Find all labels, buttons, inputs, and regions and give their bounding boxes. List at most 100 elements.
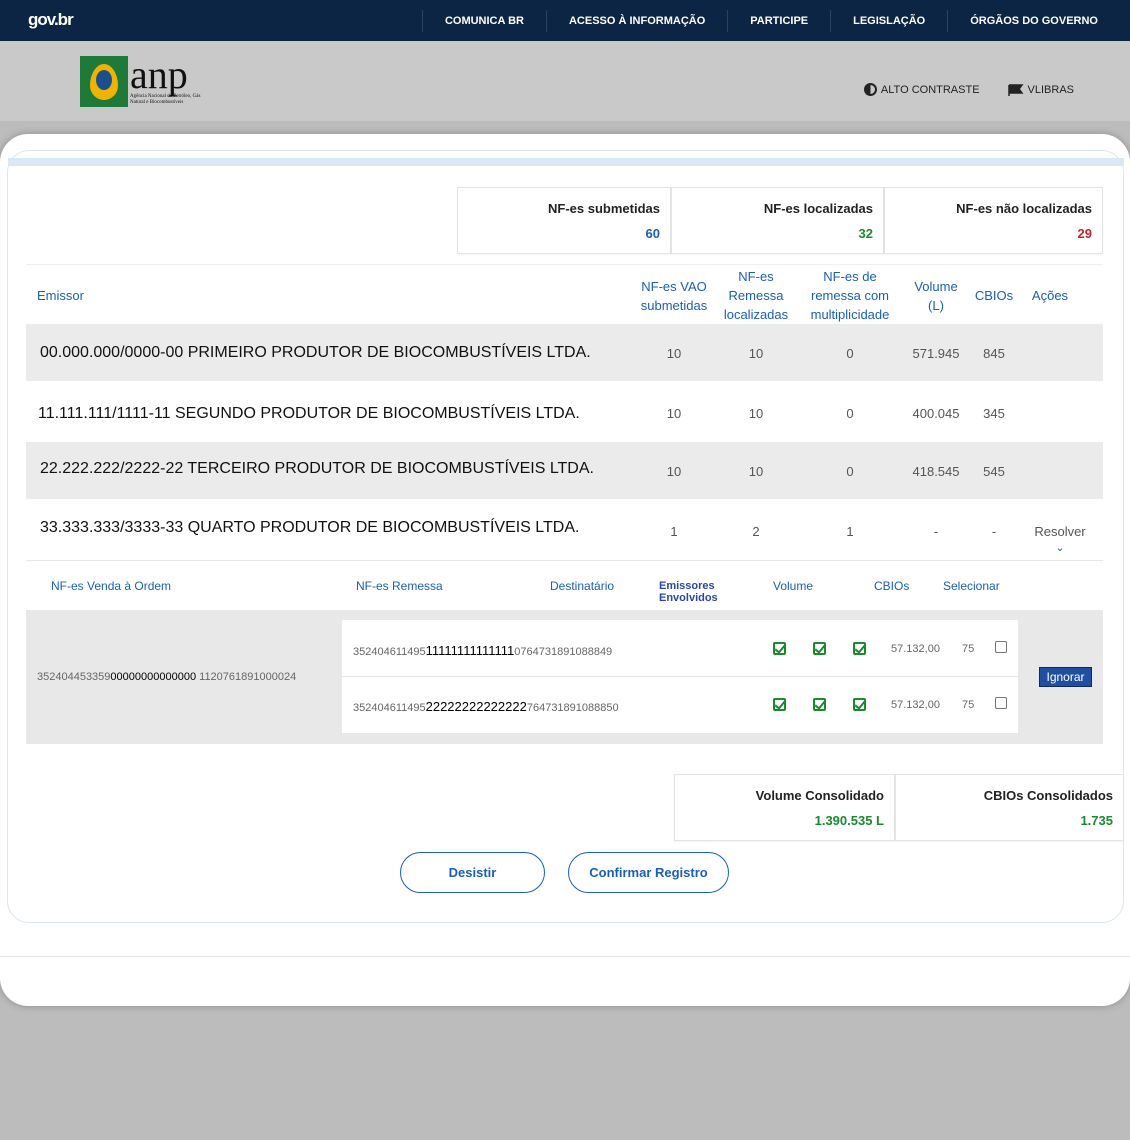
nav-legislacao[interactable]: LEGISLAÇÃO [830, 9, 947, 32]
row-emissor: 00.000.000/0000-00 PRIMEIRO PRODUTOR DE … [40, 344, 591, 361]
confirmar-registro-button[interactable]: Confirmar Registro [568, 852, 729, 893]
stat-card-submetidas: NF-es submetidas 60 [457, 187, 671, 254]
row-mult: 1 [846, 524, 854, 539]
cbios-consolidados-value: 1.735 [1080, 813, 1113, 828]
row-remessa: 2 [752, 524, 760, 539]
nav-comunica-br[interactable]: COMUNICA BR [421, 9, 546, 32]
check-volume-icon [853, 642, 866, 655]
cbios-consolidados-card: CBIOs Consolidados 1.735 [895, 774, 1124, 841]
col-remessa[interactable]: NF-es Remessa localizadas [721, 267, 791, 324]
col-emissor[interactable]: Emissor [37, 286, 84, 305]
row-mult: 0 [846, 406, 854, 421]
table-row[interactable]: 11.111.111/1111-11 SEGUNDO PRODUTOR DE B… [26, 381, 1103, 442]
stat-card-localizadas: NF-es localizadas 32 [671, 187, 884, 254]
col-vao[interactable]: NF-es VAO submetidas [636, 277, 712, 315]
remessa-key-suffix: 764731891088850 [526, 702, 619, 714]
stat-value-nao-localizadas: 29 [1077, 226, 1092, 241]
site-header: anp Agência Nacional do Petróleo, Gás Na… [0, 41, 1130, 121]
nav-orgaos-governo[interactable]: ÓRGÃOS DO GOVERNO [947, 9, 1120, 32]
row-cbios: 545 [983, 464, 1005, 479]
anp-logo-text: anp [130, 52, 188, 97]
select-checkbox[interactable] [995, 697, 1007, 709]
remessa-volume: 57.132,00 [891, 643, 940, 655]
col-selecionar[interactable]: Selecionar [943, 579, 1000, 593]
volume-consolidado-label: Volume Consolidado [755, 788, 884, 803]
gov-top-bar: gov.br COMUNICA BR ACESSO À INFORMAÇÃO P… [0, 0, 1130, 41]
flag-icon [1007, 83, 1024, 96]
row-vao: 1 [670, 524, 678, 539]
alto-contraste-button[interactable]: ALTO CONTRASTE [863, 83, 980, 96]
table-row[interactable]: 00.000.000/0000-00 PRIMEIRO PRODUTOR DE … [26, 324, 1103, 381]
col-emissores-envolvidos[interactable]: Emissores Envolvidos [659, 580, 729, 604]
col-cbios[interactable]: CBIOs [972, 286, 1016, 305]
vao-key-prefix: 352404453359 [37, 671, 111, 683]
col-cbios[interactable]: CBIOs [874, 579, 909, 593]
table-row[interactable]: 33.333.333/3333-33 QUARTO PRODUTOR DE BI… [26, 499, 1103, 561]
nav-participe[interactable]: PARTICIPE [727, 9, 830, 32]
row-vao: 10 [666, 346, 682, 361]
contrast-icon [863, 83, 877, 96]
stat-label-nao-localizadas: NF-es não localizadas [956, 201, 1092, 216]
row-volume: - [933, 524, 939, 539]
ignorar-button[interactable]: Ignorar [1039, 667, 1092, 687]
row-mult: 0 [846, 464, 854, 479]
col-multiplicidade[interactable]: NF-es de remessa com multiplicidade [802, 267, 898, 324]
remessa-cbios: 75 [962, 643, 975, 655]
list-item[interactable]: 3524046114952222222222222276473189108885… [342, 677, 1018, 733]
row-remessa: 10 [748, 346, 764, 361]
col-acoes[interactable]: Ações [1026, 286, 1074, 305]
remessa-key-mid: 22222222222222 [425, 699, 527, 714]
remessa-volume: 57.132,00 [891, 699, 940, 711]
anp-logo[interactable]: anp Agência Nacional do Petróleo, Gás Na… [80, 52, 210, 107]
stat-label-submetidas: NF-es submetidas [548, 201, 660, 216]
row-remessa: 10 [748, 464, 764, 479]
remessa-key-mid: 11111111111111 [425, 643, 515, 658]
row-emissor: 33.333.333/3333-33 QUARTO PRODUTOR DE BI… [40, 519, 580, 536]
modal-top-strip [8, 158, 1124, 166]
emissor-table-header: Emissor NF-es VAO submetidas NF-es Remes… [26, 264, 1103, 324]
check-emissores-icon [813, 698, 826, 711]
vao-key-mid: 00000000000000 [110, 671, 197, 683]
row-cbios: 345 [983, 406, 1005, 421]
vlibras-button[interactable]: VLIBRAS [1007, 83, 1074, 96]
row-cbios: - [991, 524, 997, 539]
remessa-cbios: 75 [962, 699, 975, 711]
col-nfe-venda-ordem[interactable]: NF-es Venda à Ordem [51, 579, 171, 593]
stat-card-nao-localizadas: NF-es não localizadas 29 [884, 187, 1103, 254]
remessa-key: 3524046114952222222222222276473189108885… [353, 699, 619, 714]
row-vao: 10 [666, 464, 682, 479]
check-destinatario-icon [773, 698, 786, 711]
col-volume[interactable]: Volume [773, 579, 813, 593]
vlibras-label: VLIBRAS [1027, 83, 1074, 96]
check-emissores-icon [813, 642, 826, 655]
remessa-key: 3524046114951111111111111107647318910888… [353, 643, 612, 658]
col-destinatario[interactable]: Destinatário [550, 579, 614, 593]
remessa-key-prefix: 352404611495 [353, 646, 426, 658]
anp-tagline: Agência Nacional do Petróleo, Gás Natura… [130, 94, 201, 105]
row-volume: 571.945 [912, 346, 960, 361]
volume-consolidado-card: Volume Consolidado 1.390.535 L [674, 774, 895, 841]
table-row[interactable]: 22.222.222/2222-22 TERCEIRO PRODUTOR DE … [26, 442, 1103, 499]
check-destinatario-icon [773, 642, 786, 655]
cbios-consolidados-label: CBIOs Consolidados [983, 788, 1113, 803]
row-volume: 400.045 [912, 406, 960, 421]
stat-label-localizadas: NF-es localizadas [763, 201, 873, 216]
desistir-button[interactable]: Desistir [400, 852, 545, 893]
vao-key: 35240445335900000000000000 1120761891000… [37, 671, 296, 683]
volume-consolidado-value: 1.390.535 L [814, 813, 884, 828]
vao-key-suffix: 1120761891000024 [199, 671, 297, 683]
col-nfe-remessa[interactable]: NF-es Remessa [356, 579, 443, 593]
alto-contraste-label: ALTO CONTRASTE [880, 83, 980, 96]
govbr-logo[interactable]: gov.br [28, 10, 74, 30]
resolver-dropdown[interactable]: Resolver ⌄ [1028, 524, 1092, 554]
stat-value-localizadas: 32 [858, 226, 873, 241]
col-volume[interactable]: Volume (L) [906, 277, 966, 315]
row-emissor: 22.222.222/2222-22 TERCEIRO PRODUTOR DE … [40, 460, 594, 477]
nav-acesso-informacao[interactable]: ACESSO À INFORMAÇÃO [545, 9, 727, 32]
resolver-label: Resolver [1034, 524, 1086, 539]
select-checkbox[interactable] [995, 641, 1007, 653]
list-item[interactable]: 3524046114951111111111111107647318910888… [342, 620, 1018, 677]
modal-footer-divider [0, 956, 1130, 957]
row-mult: 0 [846, 346, 854, 361]
remessa-key-suffix: 0764731891088849 [514, 646, 613, 658]
